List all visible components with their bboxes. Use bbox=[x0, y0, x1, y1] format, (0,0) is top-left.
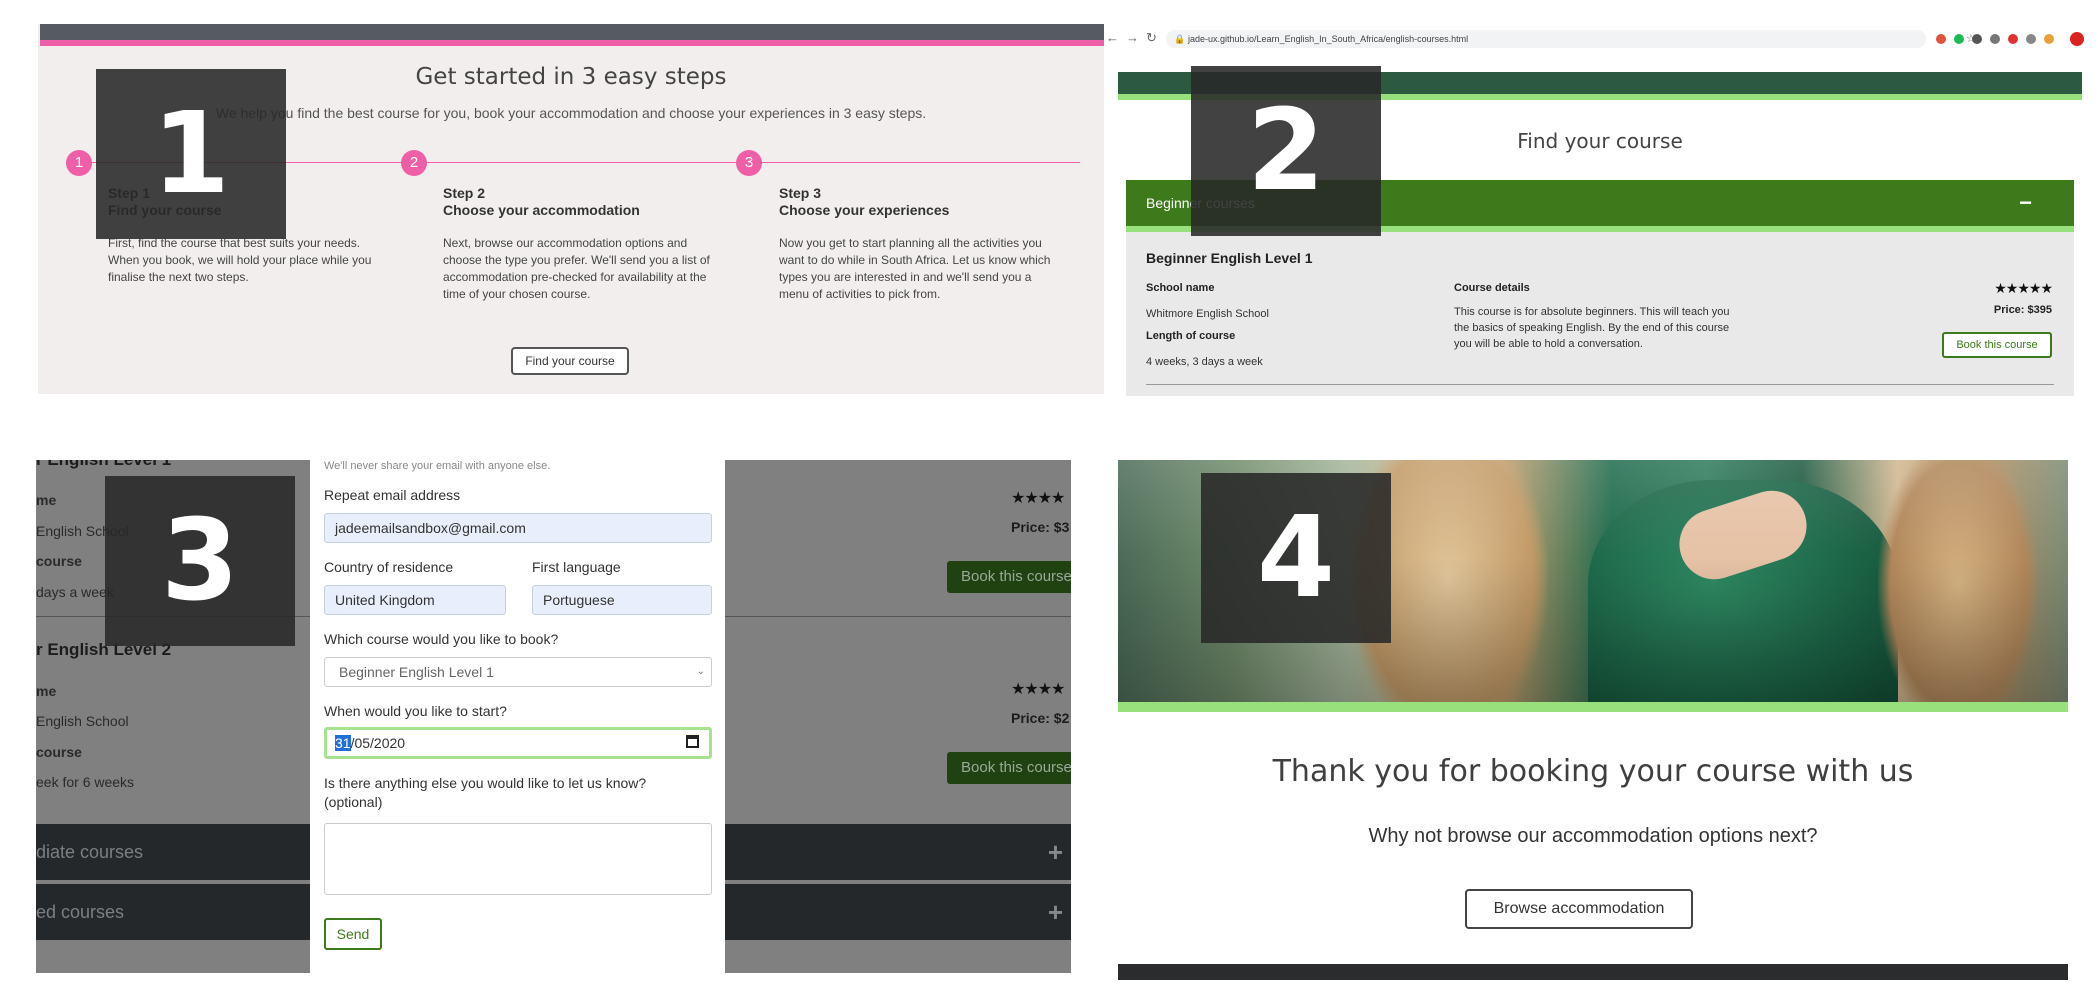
school-name-label: School name bbox=[1146, 282, 1215, 294]
lock-icon: 🔒 bbox=[1174, 34, 1186, 44]
browser-toolbar: ← → ↻ 🔒 jade-ux.github.io/Learn_English_… bbox=[1104, 24, 2098, 54]
rating-stars: ★★★★ bbox=[1011, 681, 1065, 698]
book-this-course-button[interactable]: Book this course bbox=[947, 561, 1071, 593]
course-card: Beginner English Level 1 School name Whi… bbox=[1126, 232, 2074, 396]
course-title: Beginner English Level 1 bbox=[1146, 250, 1313, 266]
extension-icon[interactable] bbox=[2026, 34, 2036, 44]
collapse-icon[interactable]: − bbox=[2019, 180, 2032, 226]
step-2-text: Next, browse our accommodation options a… bbox=[443, 236, 710, 301]
step-3-label: Step 3 bbox=[779, 185, 822, 201]
thank-you-subheading: Why not browse our accommodation options… bbox=[1368, 825, 1818, 847]
forward-arrow-icon[interactable]: → bbox=[1126, 30, 1139, 45]
country-label: Country of residence bbox=[324, 559, 454, 575]
start-date-label: When would you like to start? bbox=[324, 703, 507, 719]
notes-label: Is there anything else you would like to… bbox=[324, 774, 646, 812]
course-price: Price: $395 bbox=[1993, 304, 2052, 316]
step-2: Step 2 Choose your accommodation Next, b… bbox=[443, 185, 723, 303]
extension-icon[interactable] bbox=[1972, 34, 1982, 44]
step-3: Step 3 Choose your experiences Now you g… bbox=[779, 185, 1059, 303]
school-name-value: English School bbox=[36, 713, 129, 729]
repeat-email-label: Repeat email address bbox=[324, 487, 461, 503]
step-1-circle: 1 bbox=[66, 150, 92, 176]
footer bbox=[1118, 964, 2068, 980]
booking-form-modal: We'll never share your email with anyone… bbox=[310, 460, 725, 973]
extension-icon[interactable] bbox=[1936, 34, 1946, 44]
book-this-course-button[interactable]: Book this course bbox=[1942, 332, 2052, 358]
send-button[interactable]: Send bbox=[324, 918, 382, 950]
course-select-label: Which course would you like to book? bbox=[324, 631, 559, 647]
course-length-label: Length of course bbox=[1146, 330, 1236, 342]
country-field[interactable]: United Kingdom bbox=[324, 585, 506, 615]
overlay-number-1: 1 bbox=[96, 69, 286, 239]
course-price: Price: $3 bbox=[1011, 519, 1070, 535]
repeat-email-field[interactable]: jadeemailsandbox@gmail.com bbox=[324, 513, 712, 543]
course-length-label: course bbox=[36, 744, 82, 760]
course-length-value: 4 weeks, 3 days a week bbox=[1146, 356, 1263, 368]
book-this-course-button[interactable]: Book this course bbox=[947, 752, 1071, 784]
accordion-heading: diate courses bbox=[36, 842, 144, 862]
step-2-label: Step 2 bbox=[443, 185, 486, 201]
notes-textarea[interactable] bbox=[324, 823, 712, 895]
extension-icon[interactable] bbox=[2044, 34, 2054, 44]
chevron-down-icon: ⌄ bbox=[696, 666, 705, 677]
date-day-segment[interactable]: 31 bbox=[335, 735, 351, 751]
reload-icon[interactable]: ↻ bbox=[1146, 30, 1157, 46]
notes-label-line-1: Is there anything else you would like to… bbox=[324, 775, 647, 791]
extension-icon[interactable] bbox=[1954, 34, 1964, 44]
browse-accommodation-button[interactable]: Browse accommodation bbox=[1465, 889, 1693, 929]
step-2-heading: Choose your accommodation bbox=[443, 202, 640, 218]
expand-icon[interactable]: + bbox=[1048, 824, 1063, 880]
step-2-circle: 2 bbox=[401, 150, 427, 176]
course-length-label: course bbox=[36, 553, 82, 569]
notes-label-line-2: (optional) bbox=[324, 794, 383, 810]
step-3-heading: Choose your experiences bbox=[779, 202, 950, 218]
thank-you-heading: Thank you for booking your course with u… bbox=[1272, 754, 1914, 789]
address-bar-url: jade-ux.github.io/Learn_English_In_South… bbox=[1188, 34, 1469, 44]
overlay-number-4: 4 bbox=[1201, 473, 1391, 643]
course-length-value: eek for 6 weeks bbox=[36, 774, 135, 790]
school-name-label: me bbox=[36, 683, 57, 699]
profile-avatar[interactable] bbox=[2070, 32, 2084, 46]
step-3-circle: 3 bbox=[736, 150, 762, 176]
course-price: Price: $2 bbox=[1011, 710, 1070, 726]
rating-stars: ★★★★★ bbox=[1994, 280, 2053, 296]
course-select[interactable]: Beginner English Level 1 ⌄ bbox=[324, 657, 712, 687]
overlay-number-2: 2 bbox=[1191, 66, 1381, 236]
find-your-course-button[interactable]: Find your course bbox=[511, 347, 629, 375]
navbar bbox=[40, 24, 1104, 40]
expand-icon[interactable]: + bbox=[1048, 884, 1063, 940]
school-name-label: me bbox=[36, 492, 57, 508]
step-3-text: Now you get to start planning all the ac… bbox=[779, 236, 1051, 301]
overlay-number-3: 3 bbox=[105, 476, 295, 646]
first-language-field[interactable]: Portuguese bbox=[532, 585, 712, 615]
extension-icon[interactable] bbox=[1990, 34, 2000, 44]
extension-icon[interactable] bbox=[2008, 34, 2018, 44]
first-language-label: First language bbox=[532, 559, 621, 575]
accent-stripe bbox=[1118, 702, 2068, 712]
start-date-field[interactable]: 31/05/2020 bbox=[324, 727, 712, 759]
accordion-heading: ed courses bbox=[36, 902, 125, 922]
course-details-label: Course details bbox=[1454, 282, 1530, 294]
address-bar[interactable]: 🔒 jade-ux.github.io/Learn_English_In_Sou… bbox=[1166, 30, 1976, 48]
rating-stars: ★★★★ bbox=[1011, 490, 1065, 507]
course-details-text: This course is for absolute beginners. T… bbox=[1454, 306, 1730, 350]
date-rest: /05/2020 bbox=[350, 735, 406, 751]
accent-stripe bbox=[40, 40, 1104, 46]
course-length-value: days a week bbox=[36, 584, 114, 600]
course-title: r English Level 1 bbox=[36, 460, 171, 470]
school-name-value: Whitmore English School bbox=[1146, 308, 1269, 320]
calendar-icon[interactable] bbox=[686, 735, 699, 748]
course-select-value: Beginner English Level 1 bbox=[339, 664, 494, 680]
back-arrow-icon[interactable]: ← bbox=[1106, 30, 1119, 45]
step-1-text: First, find the course that best suits y… bbox=[108, 236, 372, 284]
divider bbox=[1146, 384, 2054, 385]
email-hint: We'll never share your email with anyone… bbox=[324, 460, 551, 472]
